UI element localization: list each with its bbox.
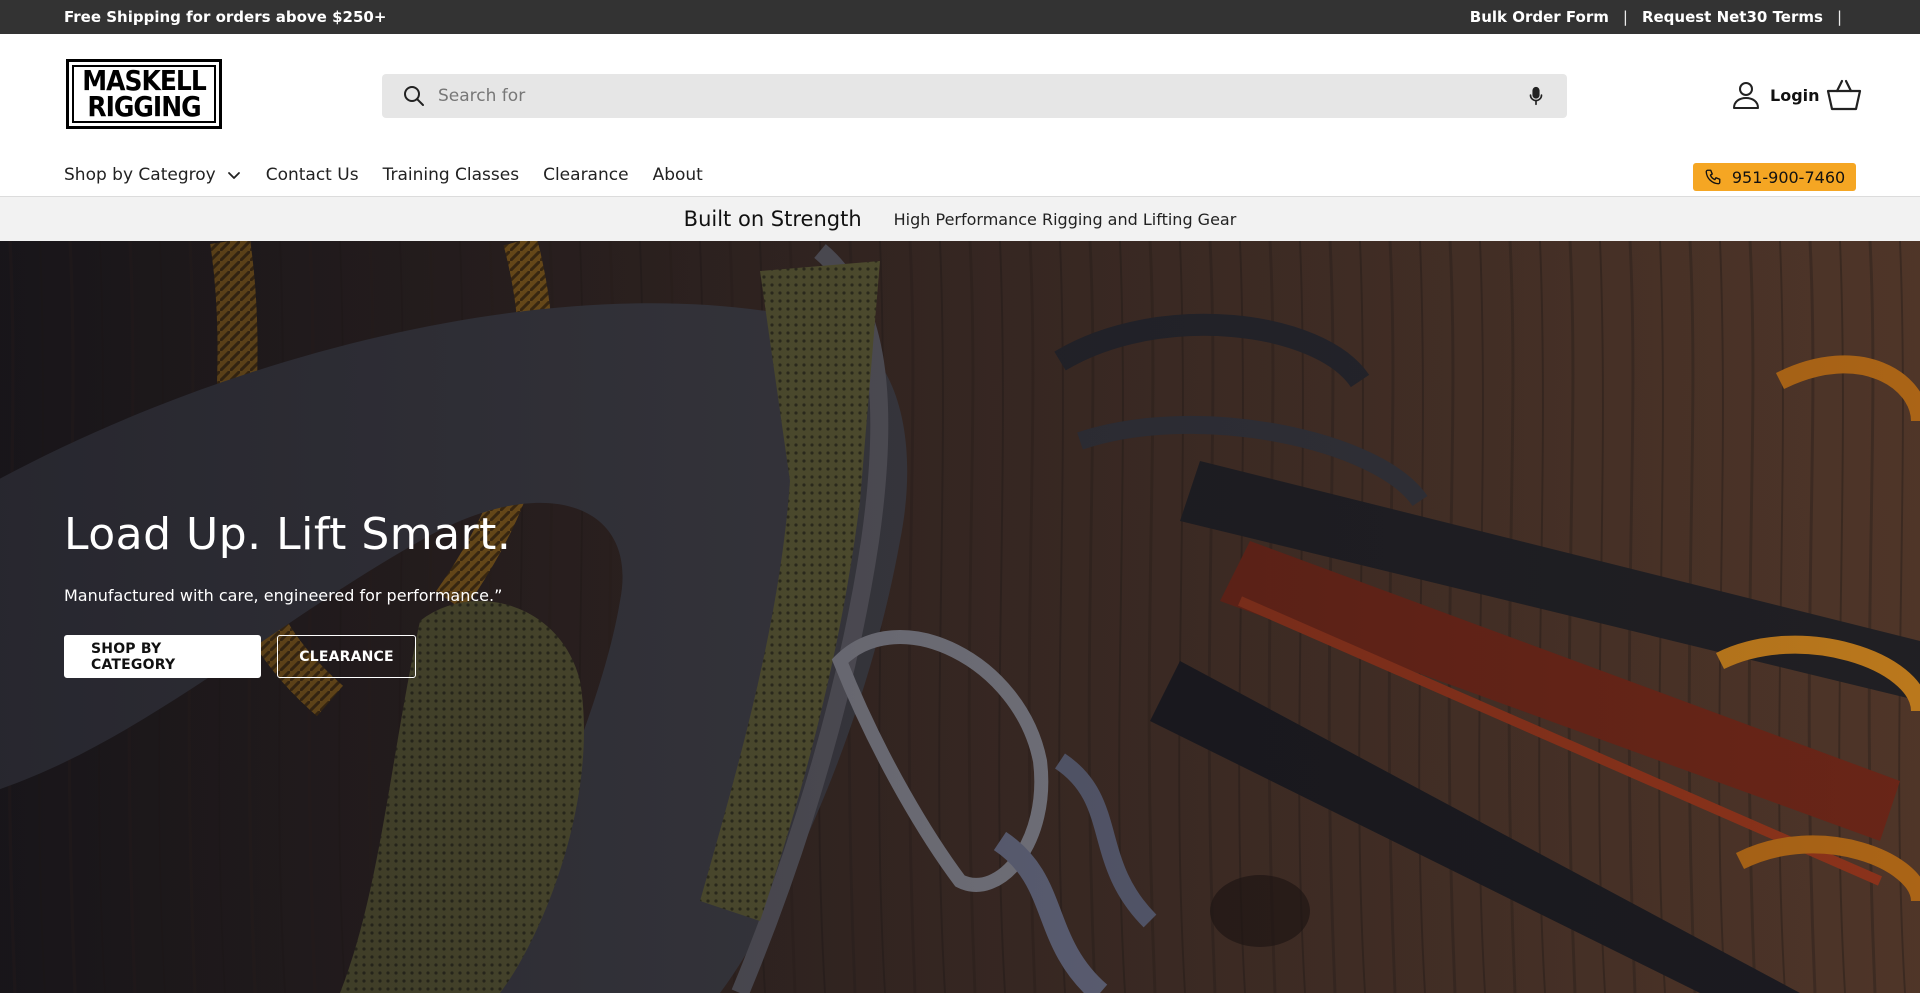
bulk-order-form-link[interactable]: Bulk Order Form (1470, 8, 1609, 26)
login-label: Login (1770, 85, 1820, 105)
clearance-button[interactable]: CLEARANCE (277, 635, 416, 678)
phone-icon (1705, 169, 1721, 185)
search-icon[interactable] (402, 84, 426, 108)
phone-button[interactable]: 951-900-7460 (1693, 163, 1856, 191)
nav-about[interactable]: About (653, 165, 703, 185)
nav-contact-us[interactable]: Contact Us (266, 165, 359, 185)
strip-subline: High Performance Rigging and Lifting Gea… (893, 209, 1237, 229)
strip-headline: Built on Strength (683, 207, 862, 231)
hero-buttons: SHOP BY CATEGORY CLEARANCE (64, 635, 511, 678)
nav-label: Contact Us (265, 165, 359, 185)
request-net30-link[interactable]: Request Net30 Terms (1642, 8, 1823, 26)
nav-label: Clearance (543, 165, 629, 185)
nav-label: Shop by Categroy (64, 165, 216, 185)
search-input[interactable] (438, 86, 1525, 106)
main-nav: Shop by Categroy Contact Us Training Cla… (64, 165, 703, 185)
user-icon (1733, 82, 1759, 109)
nav-label: Training Classes (382, 165, 520, 185)
nav-label: About (652, 165, 703, 185)
login-link[interactable]: Login (1730, 79, 1820, 111)
chevron-down-icon (227, 172, 240, 179)
phone-number: 951-900-7460 (1731, 167, 1846, 187)
announcement-links: Bulk Order Form | Request Net30 Terms | (1470, 8, 1856, 26)
hero-banner: Load Up. Lift Smart. Manufactured with c… (0, 241, 1920, 993)
logo-line-2: RIGGING (87, 90, 201, 123)
announcement-bar: Free Shipping for orders above $250+ Bul… (0, 0, 1920, 34)
tagline-strip: Built on Strength High Performance Riggi… (0, 196, 1920, 241)
search-bar (382, 74, 1567, 118)
separator: | (1622, 8, 1628, 26)
nav-training-classes[interactable]: Training Classes (383, 165, 520, 185)
mic-icon[interactable] (1525, 85, 1547, 107)
free-shipping-text: Free Shipping for orders above $250+ (64, 8, 387, 26)
nav-shop-by-category[interactable]: Shop by Categroy (64, 165, 242, 185)
hero-title: Load Up. Lift Smart. (64, 509, 512, 560)
cart-icon[interactable] (1826, 78, 1862, 112)
hero-subtitle: Manufactured with care, engineered for p… (64, 586, 503, 605)
nav-clearance[interactable]: Clearance (543, 165, 628, 185)
shop-by-category-button[interactable]: SHOP BY CATEGORY (64, 635, 261, 678)
site-header: MASKELL RIGGING Login (0, 34, 1920, 156)
logo[interactable]: MASKELL RIGGING (66, 59, 222, 129)
separator: | (1836, 8, 1842, 26)
logo-inner: MASKELL RIGGING (72, 65, 216, 123)
hero-content: Load Up. Lift Smart. Manufactured with c… (64, 509, 511, 678)
